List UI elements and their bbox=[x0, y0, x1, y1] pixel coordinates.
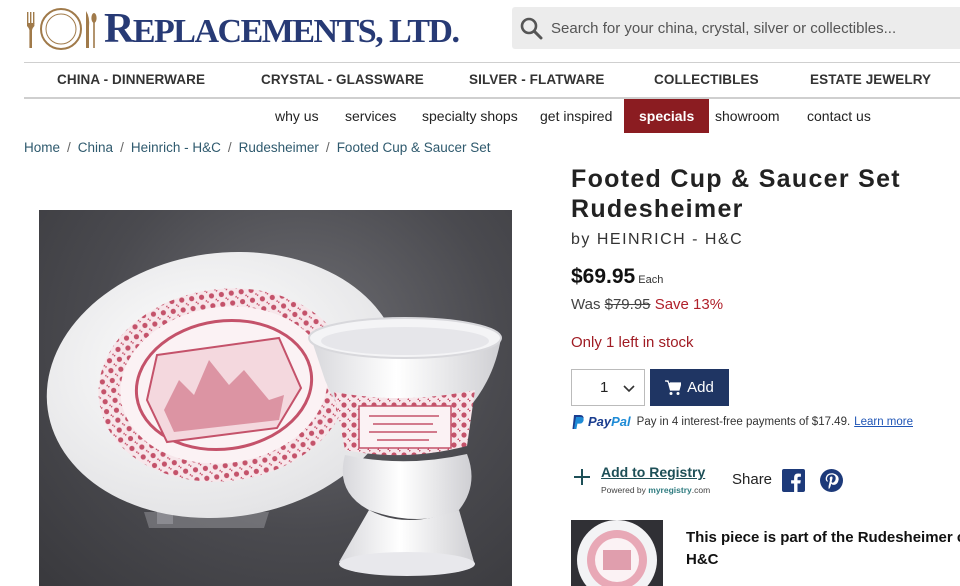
paypal-message: Pay in 4 interest-free payments of $17.4… bbox=[636, 415, 851, 428]
breadcrumb-home[interactable]: Home bbox=[24, 140, 60, 155]
site-logo[interactable]: REPLACEMENTS, LTD. bbox=[24, 4, 460, 54]
was-price-line: Was $79.95 Save 13% bbox=[571, 296, 723, 313]
nav-collectibles[interactable]: COLLECTIBLES bbox=[654, 72, 759, 87]
chevron-down-icon bbox=[623, 381, 635, 398]
subnav-why-us[interactable]: why us bbox=[275, 108, 319, 124]
price-unit: Each bbox=[638, 274, 664, 286]
breadcrumb-separator: / bbox=[120, 140, 124, 155]
add-button-label: Add bbox=[687, 379, 714, 396]
subnav-contact-us[interactable]: contact us bbox=[807, 108, 871, 124]
nav-silver-flatware[interactable]: SILVER - FLATWARE bbox=[469, 72, 604, 87]
pinterest-icon[interactable] bbox=[820, 469, 843, 492]
breadcrumb-current[interactable]: Footed Cup & Saucer Set bbox=[337, 140, 491, 155]
subnav-services[interactable]: services bbox=[345, 108, 396, 124]
product-title: Footed Cup & Saucer Set Rudesheimer bbox=[571, 164, 951, 224]
breadcrumb-separator: / bbox=[227, 140, 232, 155]
breadcrumb-pattern[interactable]: Rudesheimer bbox=[239, 140, 319, 155]
subnav-get-inspired[interactable]: get inspired bbox=[540, 108, 612, 124]
add-to-registry-link[interactable]: Add to Registry bbox=[601, 464, 710, 480]
place-setting-icon bbox=[24, 6, 98, 52]
subnav-showroom[interactable]: showroom bbox=[715, 108, 780, 124]
product-image[interactable] bbox=[39, 210, 512, 586]
search-bar[interactable] bbox=[512, 7, 960, 49]
product-title-line2: Rudesheimer bbox=[571, 195, 744, 223]
paypal-installments: PayPal Pay in 4 interest-free payments o… bbox=[571, 413, 913, 430]
savings-text: Save 13% bbox=[654, 296, 724, 313]
was-price: $79.95 bbox=[604, 296, 651, 313]
registry-powered-by: Powered by myregistry.com bbox=[601, 485, 711, 495]
nav-china-dinnerware[interactable]: CHINA - DINNERWARE bbox=[57, 72, 205, 87]
plus-icon bbox=[573, 468, 591, 486]
secondary-nav: why us services specialty shops get insp… bbox=[0, 99, 960, 133]
breadcrumb-brand[interactable]: Heinrich - H&C bbox=[131, 140, 221, 155]
was-label: Was bbox=[571, 296, 601, 313]
collection-text-line1: This piece is part of the Rudesheimer co… bbox=[686, 529, 960, 546]
paypal-pal: Pal bbox=[611, 414, 631, 429]
quantity-value: 1 bbox=[600, 379, 609, 396]
facebook-icon[interactable] bbox=[782, 469, 805, 492]
product-title-line1: Footed Cup & Saucer Set bbox=[571, 165, 901, 193]
breadcrumb-china[interactable]: China bbox=[78, 140, 113, 155]
nav-crystal-glassware[interactable]: CRYSTAL - GLASSWARE bbox=[261, 72, 424, 87]
cart-icon bbox=[665, 379, 682, 396]
paypal-pay: Pay bbox=[588, 414, 612, 429]
add-to-registry[interactable]: Add to Registry Powered by myregistry.co… bbox=[573, 464, 710, 498]
collection-description: This piece is part of the Rudesheimer co… bbox=[686, 527, 960, 571]
share-label: Share bbox=[732, 471, 773, 488]
collection-text-line2: H&C bbox=[686, 551, 719, 568]
quantity-select[interactable]: 1 bbox=[571, 369, 645, 406]
price-value: $69.95 bbox=[571, 265, 636, 288]
search-input[interactable] bbox=[551, 19, 951, 37]
nav-estate-jewelry[interactable]: ESTATE JEWELRY bbox=[810, 72, 931, 87]
subnav-specialty-shops[interactable]: specialty shops bbox=[422, 108, 518, 124]
subnav-specials[interactable]: specials bbox=[624, 99, 710, 133]
breadcrumb-separator: / bbox=[67, 140, 71, 155]
breadcrumb-separator: / bbox=[325, 140, 330, 155]
product-brand[interactable]: by HEINRICH - H&C bbox=[571, 231, 743, 249]
price: $69.95 Each bbox=[571, 265, 663, 289]
stock-status: Only 1 left in stock bbox=[571, 334, 694, 351]
collection-thumbnail[interactable] bbox=[571, 520, 663, 586]
logo-wordmark: REPLACEMENTS, LTD. bbox=[104, 6, 460, 52]
paypal-learn-more-link[interactable]: Learn more bbox=[854, 416, 913, 428]
add-to-cart-button[interactable]: Add bbox=[650, 369, 729, 406]
search-icon[interactable] bbox=[518, 15, 544, 41]
paypal-logo: PayPal bbox=[571, 414, 631, 430]
breadcrumb: Home / China / Heinrich - H&C / Rudesheimer / Fo… bbox=[24, 140, 491, 155]
main-category-nav: CHINA - DINNERWARE CRYSTAL - GLASSWARE S… bbox=[24, 62, 960, 99]
